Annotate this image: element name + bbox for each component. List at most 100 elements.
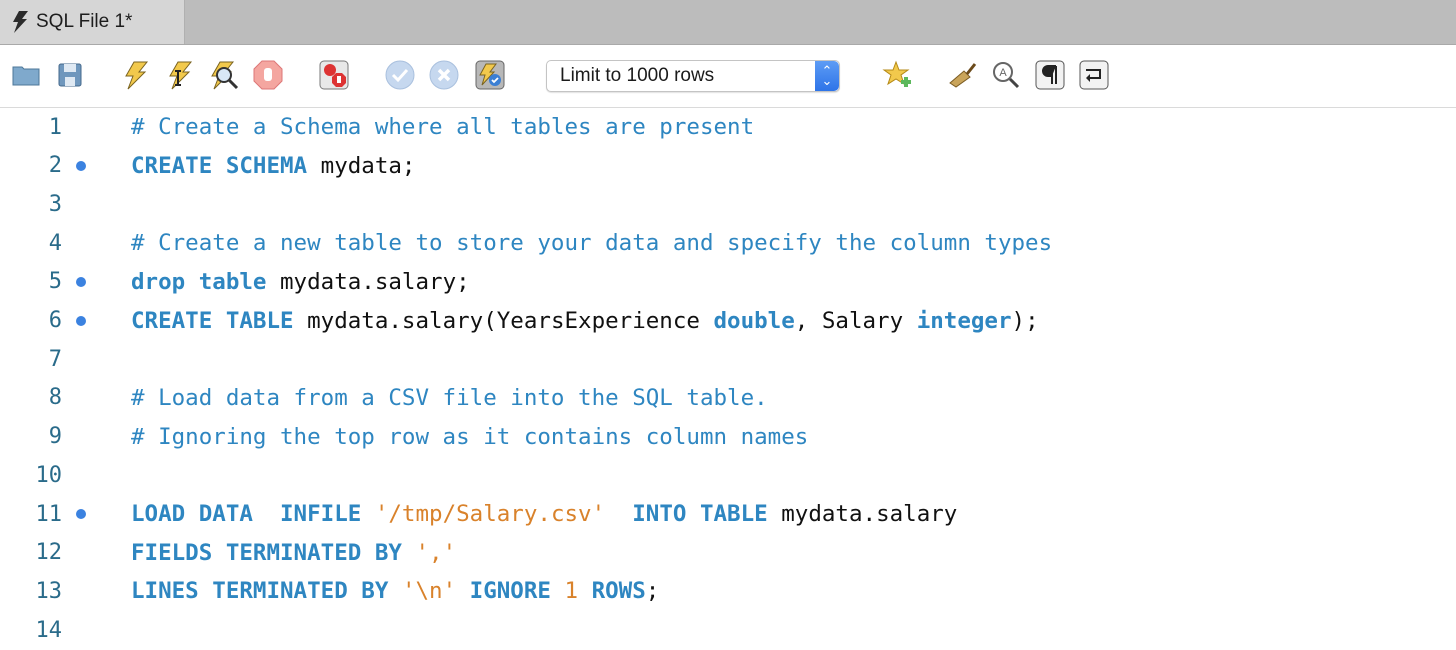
select-chevron-icon: ⌃ ⌄	[815, 61, 839, 91]
beautify-button[interactable]	[946, 59, 978, 91]
word-wrap-icon	[1079, 60, 1109, 90]
code-token: mydata.salary;	[266, 268, 470, 295]
lightning-bolt-icon	[13, 11, 28, 33]
code-text: LINES TERMINATED BY '\n' IGNORE 1 ROWS;	[131, 578, 659, 604]
line-number: 5	[48, 269, 62, 295]
explain-button[interactable]	[208, 59, 240, 91]
statement-marker-icon	[76, 276, 86, 287]
code-line[interactable]: 9 # Ignoring the top row as it contains c…	[0, 418, 1456, 456]
limit-rows-value: Limit to 1000 rows	[560, 65, 715, 86]
save-button[interactable]	[54, 59, 86, 91]
lightning-magnifier-icon	[211, 61, 239, 90]
line-number: 10	[35, 462, 63, 488]
code-line[interactable]: 3	[0, 185, 1456, 223]
line-number: 1	[48, 114, 62, 140]
x-circle-icon	[429, 60, 459, 90]
line-number: 7	[48, 346, 62, 372]
lightning-check-icon	[475, 60, 505, 90]
tab-sql-file[interactable]: SQL File 1*	[0, 0, 185, 44]
code-token: ','	[415, 539, 457, 566]
code-token: 1	[564, 578, 579, 605]
toolbar: Limit to 1000 rows ⌃ ⌄ A	[0, 45, 1456, 108]
line-number: 3	[48, 191, 62, 217]
toggle-invisibles-button[interactable]	[1034, 59, 1066, 91]
code-token: mydata.salary	[767, 501, 958, 527]
add-snippet-button[interactable]	[882, 59, 914, 91]
code-token: mydata;	[307, 152, 416, 179]
line-number: 8	[48, 385, 62, 411]
code-line[interactable]: 11 LOAD DATA INFILE '/tmp/Salary.csv' INT…	[0, 495, 1456, 533]
line-number: 9	[48, 424, 62, 450]
commit-button[interactable]	[384, 59, 416, 91]
code-token: # Create a Schema where all tables are p…	[131, 114, 755, 140]
code-token: , Salary	[794, 307, 917, 334]
code-line[interactable]: 5 drop table mydata.salary;	[0, 263, 1456, 301]
execute-current-button[interactable]	[164, 59, 196, 91]
code-token: integer	[916, 307, 1012, 334]
code-text: CREATE SCHEMA mydata;	[131, 153, 415, 179]
toggle-stop-on-error-button[interactable]	[318, 59, 350, 91]
code-token: double	[713, 307, 795, 334]
error-stop-icon	[319, 60, 349, 90]
code-token: FIELDS TERMINATED BY	[131, 539, 402, 566]
rollback-button[interactable]	[428, 59, 460, 91]
line-number: 2	[48, 153, 62, 179]
code-token: INTO TABLE	[632, 501, 768, 527]
execute-all-button[interactable]	[120, 59, 152, 91]
code-line[interactable]: 6 CREATE TABLE mydata.salary(YearsExperie…	[0, 302, 1456, 340]
find-button[interactable]: A	[990, 59, 1022, 91]
svg-text:A: A	[999, 67, 1007, 79]
code-token: mydata.salary(YearsExperience	[293, 307, 714, 334]
code-line[interactable]: 14	[0, 611, 1456, 649]
code-line[interactable]: 4 # Create a new table to store your data…	[0, 224, 1456, 262]
code-token: # Load data from a CSV file into the SQL…	[131, 384, 768, 411]
code-token: LOAD DATA INFILE	[131, 501, 362, 527]
line-number: 12	[35, 540, 63, 566]
find-magnifier-icon: A	[993, 62, 1020, 89]
floppy-disk-icon	[58, 63, 82, 87]
code-text: # Create a new table to store your data …	[131, 230, 1052, 256]
code-text: # Load data from a CSV file into the SQL…	[131, 385, 768, 411]
broom-icon	[949, 63, 977, 88]
code-token: '\n'	[401, 578, 457, 605]
code-line[interactable]: 7	[0, 340, 1456, 378]
statement-marker-icon	[76, 315, 86, 326]
folder-icon	[12, 66, 40, 86]
line-number: 11	[35, 501, 63, 527]
open-file-button[interactable]	[10, 59, 42, 91]
code-line[interactable]: 13 LINES TERMINATED BY '\n' IGNORE 1 ROWS…	[0, 572, 1456, 610]
tab-bar: SQL File 1*	[0, 0, 1456, 45]
code-token: # Create a new table to store your data …	[131, 230, 1053, 257]
limit-rows-select[interactable]: Limit to 1000 rows ⌃ ⌄	[546, 60, 840, 92]
star-plus-icon	[882, 60, 911, 87]
code-token: LINES TERMINATED BY	[131, 578, 389, 605]
lightning-bolt-icon	[125, 61, 149, 90]
code-token: ;	[645, 578, 660, 605]
line-number: 6	[48, 308, 62, 333]
code-line[interactable]: 8 # Load data from a CSV file into the SQ…	[0, 379, 1456, 417]
code-text: # Create a Schema where all tables are p…	[131, 114, 754, 140]
code-token: drop table	[131, 268, 267, 295]
code-text: FIELDS TERMINATED BY ','	[131, 540, 456, 566]
line-number: 13	[35, 578, 63, 604]
lightning-cursor-icon	[169, 61, 193, 90]
autocommit-button[interactable]	[474, 59, 506, 91]
code-token: # Ignoring the top row as it contains co…	[131, 423, 809, 450]
code-token: CREATE TABLE	[131, 307, 294, 334]
code-line[interactable]: 10	[0, 456, 1456, 494]
code-line[interactable]: 12 FIELDS TERMINATED BY ','	[0, 534, 1456, 572]
check-circle-icon	[385, 60, 415, 90]
code-line[interactable]: 1 # Create a Schema where all tables are …	[0, 108, 1456, 146]
code-token: );	[1011, 307, 1039, 334]
sql-editor[interactable]: 1 # Create a Schema where all tables are …	[0, 108, 1456, 650]
code-text: drop table mydata.salary;	[131, 269, 470, 295]
stop-button[interactable]	[252, 59, 284, 91]
toggle-wrap-button[interactable]	[1078, 59, 1110, 91]
code-line[interactable]: 2 CREATE SCHEMA mydata;	[0, 147, 1456, 185]
